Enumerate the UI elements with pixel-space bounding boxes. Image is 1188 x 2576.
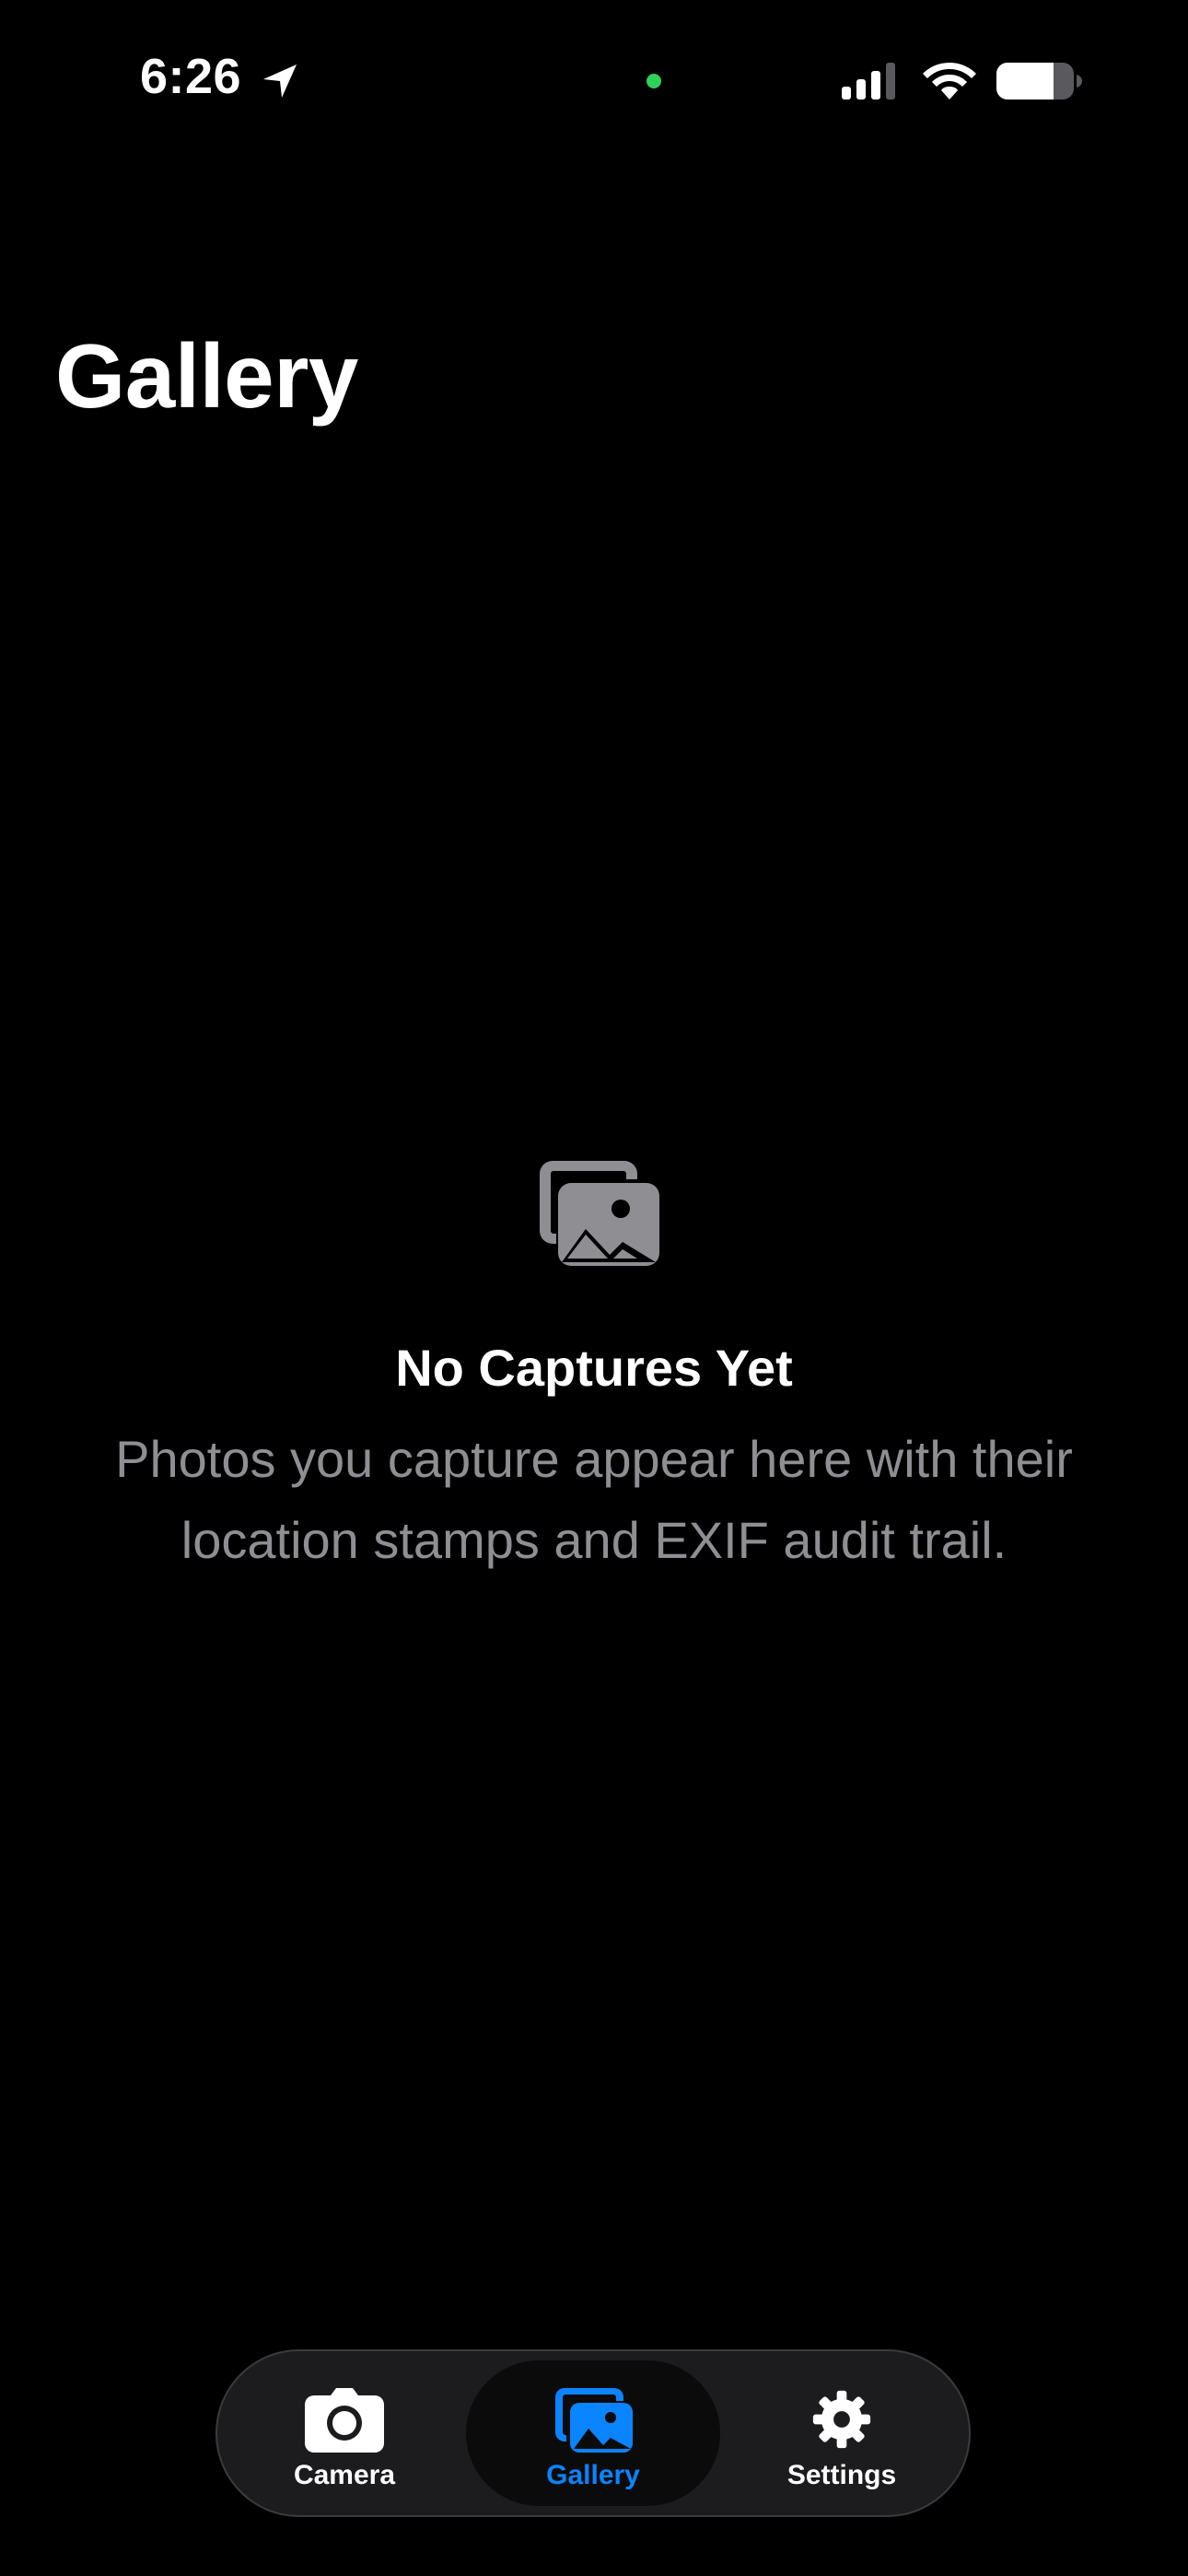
tab-bar: Camera Gallery Settings	[215, 2349, 971, 2517]
status-time: 6:26	[140, 49, 242, 104]
status-bar: 6:26	[0, 0, 1188, 166]
location-arrow-icon	[263, 64, 297, 98]
tab-label-gallery: Gallery	[546, 2460, 640, 2490]
tab-gallery[interactable]: Gallery	[466, 2360, 720, 2506]
page-title: Gallery	[55, 325, 358, 427]
tab-settings[interactable]: Settings	[715, 2360, 969, 2506]
tab-label-camera: Camera	[293, 2460, 396, 2490]
privacy-indicator-dot	[646, 74, 661, 88]
cellular-signal-icon	[842, 63, 895, 100]
empty-state-description: Photos you capture appear here with thei…	[115, 1430, 1073, 1569]
photo-stack-icon	[540, 1161, 659, 1266]
wifi-icon	[923, 63, 976, 100]
gear-icon	[812, 2390, 871, 2449]
photo-stack-icon	[555, 2388, 633, 2453]
tab-label-settings: Settings	[786, 2460, 897, 2490]
battery-icon	[996, 63, 1082, 100]
empty-state-title: No Captures Yet	[395, 1339, 793, 1397]
tab-camera[interactable]: Camera	[217, 2360, 472, 2506]
camera-icon	[305, 2388, 384, 2453]
